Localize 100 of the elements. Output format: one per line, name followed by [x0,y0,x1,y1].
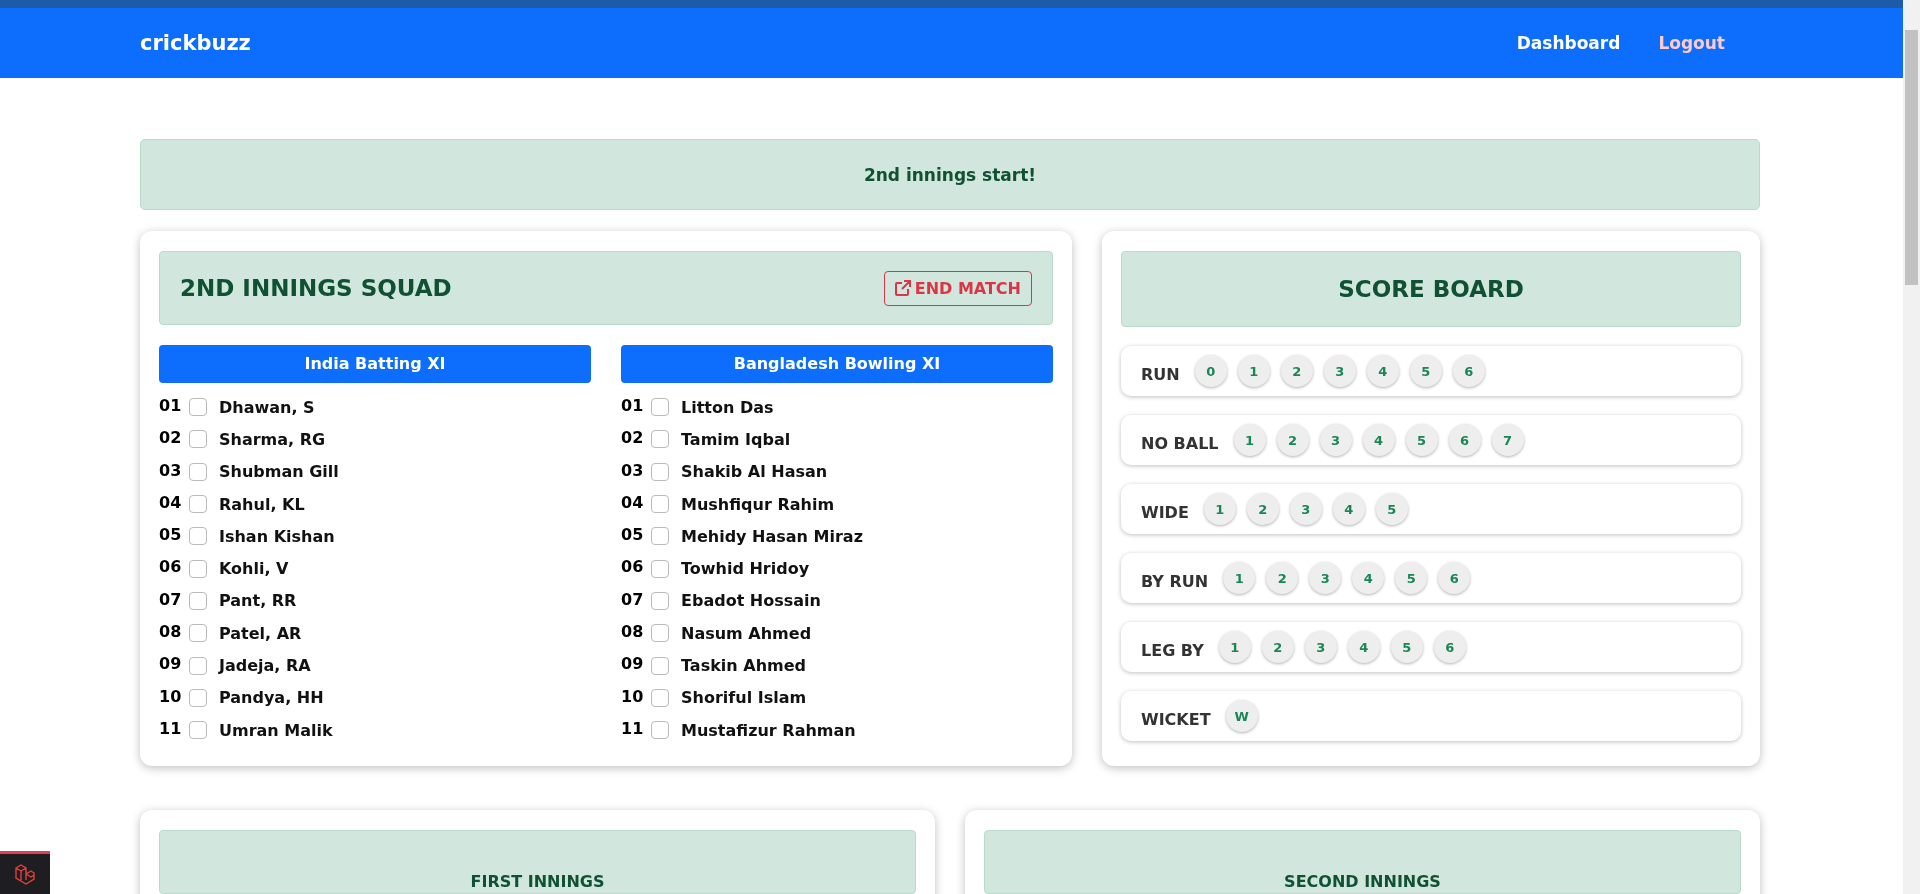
score-button[interactable]: 2 [1246,493,1279,525]
player-name: Kohli, V [219,559,289,579]
score-button[interactable]: 5 [1405,424,1438,456]
player-checkbox[interactable] [189,559,207,578]
player-checkbox[interactable] [189,656,207,675]
player-name: Litton Das [681,397,774,417]
player-checkbox[interactable] [189,624,207,643]
innings-title: FIRST INNINGS [470,872,605,892]
player-checkbox[interactable] [189,721,207,740]
player-number: 10 [159,686,183,706]
scoreboard-title: SCORE BOARD [1338,276,1524,302]
debugbar-button[interactable] [0,851,50,894]
score-button[interactable]: 1 [1218,631,1251,663]
player-checkbox[interactable] [189,527,207,546]
player-checkbox[interactable] [651,688,669,707]
player-number: 01 [159,396,183,415]
score-button[interactable]: 1 [1233,424,1266,456]
score-button[interactable]: 5 [1375,493,1408,525]
player-name: Rahul, KL [219,494,305,514]
player-name: Tamim Iqbal [681,429,791,449]
player-name: Sharma, RG [219,429,326,449]
player-checkbox[interactable] [189,688,207,707]
score-label: RUN [1141,364,1180,384]
player-number: 03 [159,460,183,480]
score-button[interactable]: 5 [1390,631,1423,663]
player-number: 09 [621,654,645,674]
player-checkbox[interactable] [651,527,669,546]
innings-title: SECOND INNINGS [1284,872,1441,892]
score-button[interactable]: 4 [1347,631,1380,663]
score-button[interactable]: 4 [1352,562,1385,594]
player-number: 01 [621,396,645,415]
score-button[interactable]: 6 [1452,355,1485,387]
player-checkbox[interactable] [651,495,669,514]
player-checkbox[interactable] [189,495,207,514]
score-button[interactable]: 2 [1276,424,1309,456]
player-name: Umran Malik [219,720,333,740]
player-number: 03 [621,460,645,480]
player-checkbox[interactable] [651,656,669,675]
score-button[interactable]: W [1225,700,1258,732]
player-number: 04 [159,492,183,512]
score-button[interactable]: 3 [1289,493,1322,525]
score-button[interactable]: 1 [1223,562,1256,594]
score-button[interactable]: 7 [1491,424,1524,456]
player-name: Dhawan, S [219,397,315,417]
score-button[interactable]: 1 [1203,493,1236,525]
player-checkbox[interactable] [651,721,669,740]
score-button[interactable]: 4 [1366,355,1399,387]
player-name: Shoriful Islam [681,688,807,708]
player-number: 07 [621,589,645,609]
player-number: 08 [621,622,645,642]
player-checkbox[interactable] [189,430,207,449]
team-header: Bangladesh Bowling XI [621,345,1053,383]
score-button[interactable]: 2 [1280,355,1313,387]
score-button[interactable]: 6 [1438,562,1471,594]
scrollbar[interactable] [1903,0,1920,894]
end-match-button[interactable]: END MATCH [883,270,1032,306]
squad-title: 2ND INNINGS SQUAD [180,275,452,301]
player-checkbox[interactable] [651,462,669,481]
score-label: NO BALL [1141,433,1219,453]
nav-link[interactable]: Logout [1658,33,1725,53]
player-number: 11 [621,718,645,738]
player-name: Pandya, HH [219,688,324,708]
score-button[interactable]: 1 [1237,355,1270,387]
player-name: Pant, RR [219,591,297,611]
score-button[interactable]: 2 [1261,631,1294,663]
player-number: 09 [159,654,183,674]
score-button[interactable]: 5 [1409,355,1442,387]
score-button[interactable]: 6 [1448,424,1481,456]
player-checkbox[interactable] [189,398,207,417]
score-button[interactable]: 3 [1323,355,1356,387]
player-checkbox[interactable] [651,591,669,610]
player-checkbox[interactable] [189,591,207,610]
score-button[interactable]: 5 [1395,562,1428,594]
score-button[interactable]: 3 [1304,631,1337,663]
player-number: 08 [159,622,183,642]
score-button[interactable]: 3 [1319,424,1352,456]
player-checkbox[interactable] [651,398,669,417]
nav-link[interactable]: Dashboard [1516,33,1621,53]
player-checkbox[interactable] [189,462,207,481]
player-number: 02 [159,428,183,448]
brand-logo[interactable]: crickbuzz [140,31,251,55]
score-button[interactable]: 4 [1362,424,1395,456]
player-number: 04 [621,492,645,512]
player-checkbox[interactable] [651,559,669,578]
player-number: 05 [621,525,645,545]
player-name: Shakib Al Hasan [681,462,828,482]
team-header: India Batting XI [159,345,591,383]
player-checkbox[interactable] [651,430,669,449]
score-button[interactable]: 0 [1194,355,1227,387]
player-number: 02 [621,428,645,448]
player-name: Towhid Hridoy [681,559,810,579]
score-button[interactable]: 2 [1266,562,1299,594]
score-button[interactable]: 6 [1433,631,1466,663]
player-name: Mustafizur Rahman [681,720,856,740]
score-label: LEG BY [1141,640,1204,660]
score-button[interactable]: 3 [1309,562,1342,594]
alert-message: 2nd innings start! [140,139,1760,210]
player-number: 05 [159,525,183,545]
player-checkbox[interactable] [651,624,669,643]
score-button[interactable]: 4 [1332,493,1365,525]
